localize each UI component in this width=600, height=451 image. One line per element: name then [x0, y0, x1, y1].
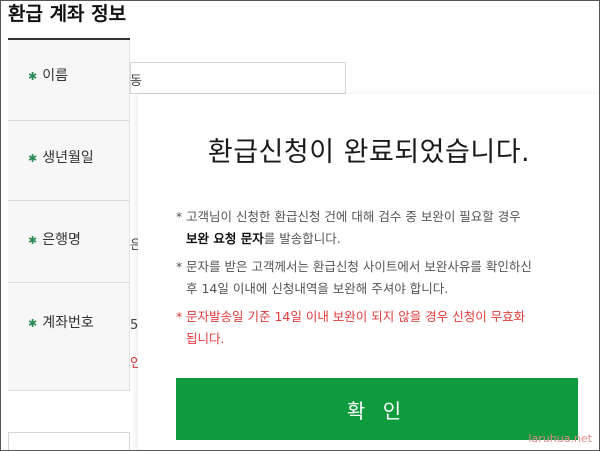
bottom-input-box[interactable] — [8, 432, 130, 451]
label-name: ✱ 이름 — [28, 68, 68, 84]
confirm-button[interactable]: 확 인 — [176, 378, 578, 440]
row-divider — [8, 200, 130, 201]
label-account-number: ✱ 계좌번호 — [28, 315, 94, 331]
supplement-request-text: 보완 요청 문자 — [186, 231, 264, 246]
section-title: 환급 계좌 정보 — [8, 3, 127, 25]
bullet: * — [176, 309, 183, 324]
required-star-icon: ✱ — [28, 70, 38, 83]
completion-modal: 환급신청이 완료되었습니다. * 고객님이 신청한 환급신청 건에 대해 검수 중… — [138, 94, 600, 451]
name-value-fragment: 동 — [130, 74, 142, 89]
required-star-icon: ✱ — [28, 234, 38, 247]
notice-supplement-request: * 고객님이 신청한 환급신청 건에 대해 검수 중 보완이 필요할 경우 보완 … — [176, 206, 576, 250]
row-divider — [8, 120, 130, 121]
form-label-column — [8, 40, 130, 390]
label-bank: ✱ 은행명 — [28, 232, 81, 248]
row-divider — [8, 390, 130, 391]
notice-invalidation-warning: * 문자발송일 기준 14일 이내 보완이 되지 않을 경우 신청이 무효화 됩니… — [176, 306, 576, 350]
required-star-icon: ✱ — [28, 152, 38, 165]
name-input[interactable] — [130, 62, 346, 94]
watermark: laruhua.net — [528, 432, 592, 445]
bullet: * — [176, 209, 183, 224]
bullet: * — [176, 259, 183, 274]
label-birthdate: ✱ 생년월일 — [28, 150, 94, 166]
modal-title: 환급신청이 완료되었습니다. — [207, 137, 531, 168]
required-star-icon: ✱ — [28, 317, 38, 330]
notice-supplement-deadline: * 문자를 받은 고객께서는 환급신청 사이트에서 보완사유를 확인하신 후 14… — [176, 256, 576, 300]
row-divider — [8, 282, 130, 283]
